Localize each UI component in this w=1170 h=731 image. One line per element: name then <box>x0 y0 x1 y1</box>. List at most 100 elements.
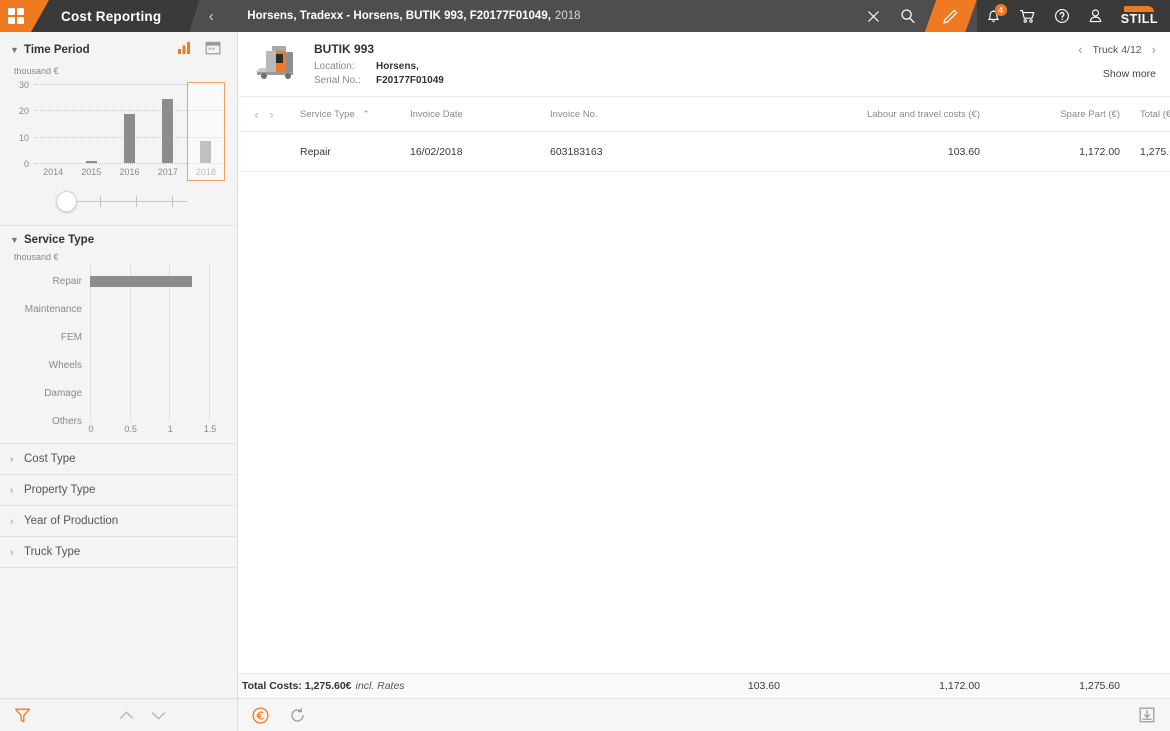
bar-row-maintenance[interactable]: Maintenance <box>25 304 209 315</box>
bar-row-repair[interactable]: Repair <box>53 276 209 287</box>
truck-meta: BUTIK 993 Location: Horsens, Serial No.:… <box>314 42 1156 88</box>
bar-group-2016[interactable]: 2016 <box>110 84 148 177</box>
bar-repair <box>90 276 192 287</box>
show-more-link[interactable]: Show more <box>1103 68 1156 80</box>
invoice-table-body: Repair 16/02/2018 603183163 103.60 1,172… <box>238 131 1170 172</box>
bell-icon[interactable]: 4 <box>977 0 1011 32</box>
truck-next-button[interactable]: › <box>1152 42 1156 57</box>
export-download-icon[interactable] <box>1138 706 1156 724</box>
y-tick-10: 10 <box>18 132 29 143</box>
filter-funnel-icon[interactable] <box>14 707 31 724</box>
time-period-unit: thousand € <box>14 66 59 76</box>
truck-name: BUTIK 993 <box>314 42 375 56</box>
y-tick-30: 30 <box>18 80 29 90</box>
bar-2015 <box>85 160 97 163</box>
column-header-invoice-no[interactable]: Invoice No. <box>540 97 790 132</box>
bar-chart-icon[interactable] <box>177 41 193 60</box>
time-period-slider[interactable] <box>30 187 229 217</box>
chevron-right-icon: › <box>10 453 14 465</box>
bar-group-2017[interactable]: 2017 <box>149 84 187 177</box>
category-label-damage: Damage <box>44 388 82 399</box>
bar-row-others[interactable]: Others <box>52 416 209 427</box>
pencil-icon[interactable] <box>924 0 977 32</box>
table-row[interactable]: Repair 16/02/2018 603183163 103.60 1,172… <box>238 131 1170 172</box>
calendar-icon[interactable] <box>205 40 221 60</box>
search-icon[interactable] <box>891 0 925 32</box>
chevron-down-icon[interactable] <box>145 704 171 726</box>
x-label-2016: 2016 <box>119 167 140 177</box>
header-right-icons: 4 STILL <box>976 0 1170 32</box>
truck-location-line: Location: Horsens, <box>314 60 1156 74</box>
truck-prev-button[interactable]: ‹ <box>1078 42 1082 57</box>
x-label-2017: 2017 <box>157 167 178 177</box>
panel-title-time-period: Time Period <box>24 44 90 56</box>
table-header-row: ‹ › Service Type ⌃ Invoice Date Invoice … <box>238 97 1170 132</box>
serial-label: Serial No.: <box>314 75 361 86</box>
bar-2017 <box>162 98 174 163</box>
row-spacer-cell <box>238 131 290 172</box>
chevron-right-icon: › <box>10 515 14 527</box>
category-label-maintenance: Maintenance <box>24 304 82 315</box>
user-icon[interactable] <box>1079 0 1113 32</box>
table-empty-space <box>238 172 1170 673</box>
still-logo[interactable]: STILL <box>1113 0 1170 32</box>
panel-header-time-period[interactable]: ▼ Time Period <box>0 32 237 64</box>
totals-spare-part: 1,172.00 <box>939 680 980 692</box>
column-header-invoice-date[interactable]: Invoice Date <box>400 97 540 132</box>
breadcrumb-back-button[interactable]: ‹ <box>189 0 234 32</box>
category-label-repair: Repair <box>52 276 82 287</box>
refresh-icon[interactable] <box>289 707 306 724</box>
top-header-bar: Cost Reporting ‹ Horsens, Tradexx - Hors… <box>0 0 1170 32</box>
column-header-total[interactable]: Total (€) <box>1130 97 1170 132</box>
panel-header-service-type[interactable]: ▼ Service Type <box>0 226 237 250</box>
page-body: ▼ Time Period thousand € 30 20 10 0 2014… <box>0 32 1170 731</box>
totals-label: Total Costs: 1,275.60€ <box>242 680 352 692</box>
main-footer-toolbar <box>238 698 1170 731</box>
y-tick-0: 0 <box>23 159 29 169</box>
sidebar-item-year-of-production[interactable]: › Year of Production <box>0 506 237 537</box>
totals-labour: 103.60 <box>747 680 780 692</box>
bar-group-2014[interactable]: 2014 <box>34 84 72 177</box>
application-root: Cost Reporting ‹ Horsens, Tradexx - Hors… <box>0 0 1170 731</box>
table-next-button[interactable]: › <box>265 107 277 122</box>
forklift-truck-image <box>252 42 300 82</box>
truck-pager: ‹ Truck 4/12 › <box>1078 42 1156 57</box>
breadcrumb[interactable]: Horsens, Tradexx - Horsens, BUTIK 993, F… <box>233 0 857 32</box>
column-header-service-type[interactable]: Service Type ⌃ <box>290 97 400 132</box>
chevron-up-icon[interactable] <box>113 704 139 726</box>
still-logo-mark: STILL <box>1121 6 1158 26</box>
panel-tools-time-period <box>177 40 227 60</box>
time-period-plot: 30 20 10 0 2014 2015 2016 2017 2018 <box>19 80 225 181</box>
bar-row-wheels[interactable]: Wheels <box>49 360 209 371</box>
breadcrumb-main-text: Horsens, Tradexx - Horsens, BUTIK 993, F… <box>247 10 551 22</box>
sidebar-item-property-type[interactable]: › Property Type <box>0 475 237 506</box>
column-header-spare-part[interactable]: Spare Part (€) <box>990 97 1130 132</box>
help-icon[interactable] <box>1045 0 1079 32</box>
sidebar-item-truck-type[interactable]: › Truck Type <box>0 537 237 568</box>
column-header-labour[interactable]: Labour and travel costs (€) <box>790 97 990 132</box>
app-grid-icon[interactable] <box>0 0 31 32</box>
bar-row-fem[interactable]: FEM <box>61 332 209 343</box>
header-icon-group: 4 STILL <box>856 0 1170 32</box>
table-prev-button[interactable]: ‹ <box>250 107 262 122</box>
cart-icon[interactable] <box>1011 0 1045 32</box>
slider-tick-2 <box>100 196 101 207</box>
bar-row-damage[interactable]: Damage <box>44 388 209 399</box>
cell-invoice-no: 603183163 <box>540 131 790 172</box>
filter-sidebar: ▼ Time Period thousand € 30 20 10 0 2014… <box>0 32 238 731</box>
category-label-fem: FEM <box>60 332 82 343</box>
slider-handle[interactable] <box>56 191 77 212</box>
slider-tick-4 <box>172 196 173 207</box>
chevron-right-icon: › <box>10 546 14 558</box>
sidebar-item-label: Year of Production <box>24 515 119 527</box>
currency-euro-icon[interactable] <box>252 706 269 724</box>
bar-group-2018[interactable]: 2018 <box>187 84 225 177</box>
service-type-chart: 0 0.5 1 1.5 Repair Maintenance FEM Wheel… <box>6 264 227 439</box>
totals-label-wrap: Total Costs: 1,275.60€ incl. Rates <box>238 680 540 692</box>
totals-total: 1,275.60 <box>1079 680 1120 692</box>
cell-labour: 103.60 <box>790 131 990 172</box>
sidebar-item-cost-type[interactable]: › Cost Type <box>0 444 237 475</box>
close-icon[interactable] <box>857 0 891 32</box>
bar-group-2015[interactable]: 2015 <box>72 84 110 177</box>
sidebar-footer-toolbar <box>0 698 237 731</box>
